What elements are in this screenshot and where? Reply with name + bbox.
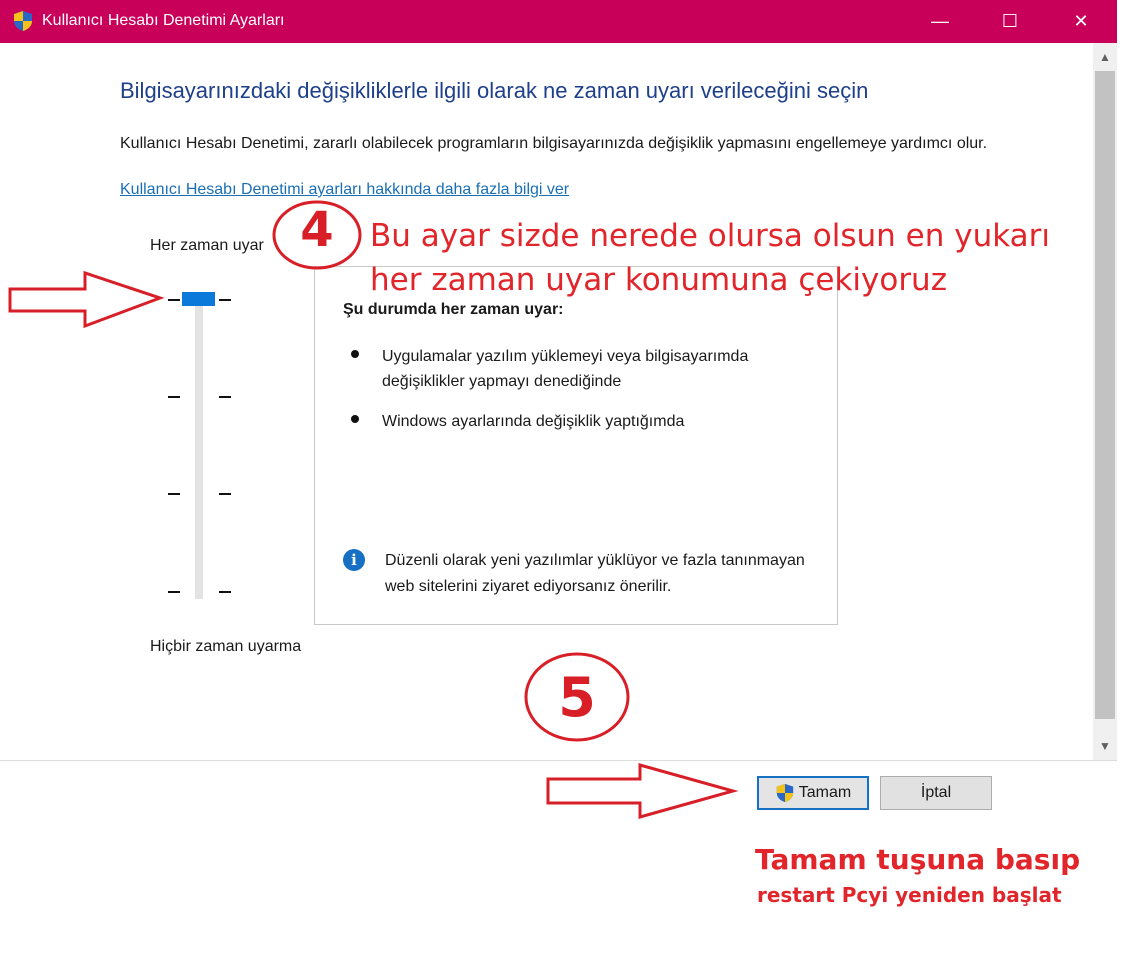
arrow-right-icon [8, 270, 165, 329]
arrow-right-icon [546, 763, 739, 819]
step-4-instruction: Bu ayar sizde nerede olursa olsun en yuk… [370, 218, 1050, 298]
note-line-1: Tamam tuşuna basıp [755, 843, 1081, 876]
annotation-overlay [8, 200, 739, 819]
note-line-2: restart Pcyi yeniden başlat [757, 883, 1062, 907]
step-5-number: 5 [558, 666, 596, 729]
step-4-number: 4 [300, 202, 334, 258]
